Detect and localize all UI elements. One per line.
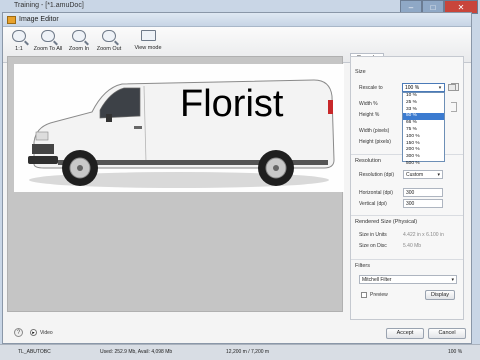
rescale-dropdown-list: 10 % 25 % 33 % 50 % 66 % 75 % 100 % 150 % 200 % 3… [402,92,445,166]
outer-window-title: Training - [*1.amuDoc] [14,2,84,9]
van-illustration: Florist [28,79,335,188]
rendered-size-section-title: Rendered Size (Physical) [355,219,418,225]
preview-checkbox[interactable] [361,292,367,298]
filter-value: Mitchell Filter [362,277,392,283]
zoom-all-icon [41,30,55,42]
van-image: Florist [14,64,344,192]
preview-label: Preview [370,292,388,298]
vertical-dpi-label: Vertical (dpi) [359,201,387,207]
dropdown-option[interactable]: 100 % [403,134,444,141]
help-icon[interactable]: ? [14,328,23,337]
rescale-select[interactable]: 100 % ▾ [402,83,445,92]
size-on-disc-label: Size on Disc [359,243,387,249]
view-mode-label: View mode [134,45,162,51]
divider [351,215,463,216]
status-layer: TL_ABUTOBC [18,349,51,355]
status-bar: TL_ABUTOBC Used: 252.9 Mb, Avail: 4,098 … [0,344,480,360]
zoom-in-icon [72,30,86,42]
dropdown-option[interactable]: 66 % [403,120,444,127]
width-percent-label: Width % [359,101,378,107]
size-in-units-label: Size in Units [359,232,387,238]
size-in-units-value: 4.422 in x 6.100 in [403,232,444,238]
accept-button[interactable]: Accept [386,328,424,339]
dropdown-option[interactable]: 300 % [403,154,444,161]
dropdown-option[interactable]: 75 % [403,127,444,134]
actual-size-label: 1:1 [15,46,23,52]
van-text: Florist [180,83,284,125]
play-icon[interactable]: ▸ [30,329,37,336]
cancel-button[interactable]: Cancel [428,328,466,339]
status-coordinates: 12,200 m / 7,200 m [226,349,270,355]
horizontal-dpi-label: Horizontal (dpi) [359,190,393,196]
zoom-out-icon [102,30,116,42]
dropdown-option[interactable]: 500 % [403,161,444,168]
height-percent-label: Height % [359,112,380,118]
resolution-value: Custom [406,172,424,178]
dialog-title: Image Editor [19,16,59,23]
horizontal-dpi-field[interactable]: 300 [403,188,443,197]
zoom-to-all-label: Zoom To All [33,46,63,52]
status-memory: Used: 252.9 Mb, Avail: 4,098 Mb [100,349,173,355]
dropdown-option[interactable]: 10 % [403,93,444,100]
dropdown-option[interactable]: 25 % [403,100,444,107]
status-zoom: 100 % [448,349,463,355]
size-on-disc-value: 5.40 Mb [403,243,422,249]
display-button[interactable]: Display [425,290,455,300]
video-label: Video [40,330,53,336]
chevron-down-icon: ▾ [437,172,440,178]
chevron-down-icon: ▾ [438,85,442,91]
divider [351,259,463,260]
width-pixels-label: Width (pixels) [359,128,390,134]
filter-select[interactable]: Mitchell Filter ▾ [359,275,457,284]
rescale-value: 100 % [405,85,420,91]
vertical-dpi-field[interactable]: 300 [403,199,443,208]
zoom-out-label: Zoom Out [96,46,122,52]
image-icon[interactable] [448,84,456,91]
resolution-select[interactable]: Custom ▾ [403,170,443,179]
dialog-titlebar: Image Editor [3,13,471,27]
chain-icon[interactable] [451,102,457,112]
chevron-down-icon: ▾ [451,277,454,283]
image-editor-icon [7,16,16,24]
filters-section-title: Filters [355,263,370,269]
size-section-title: Size [355,69,366,75]
actual-size-icon [12,30,26,42]
dialog-footer: ? ▸ Video Accept Cancel [0,322,468,342]
zoom-in-label: Zoom In [68,46,90,52]
resolution-label: Resolution (dpi) [359,172,395,178]
rescale-label: Rescale to [359,85,383,91]
view-mode-icon [140,30,156,41]
resolution-section-title: Resolution [355,158,381,164]
height-pixels-label: Height (pixels) [359,139,391,145]
